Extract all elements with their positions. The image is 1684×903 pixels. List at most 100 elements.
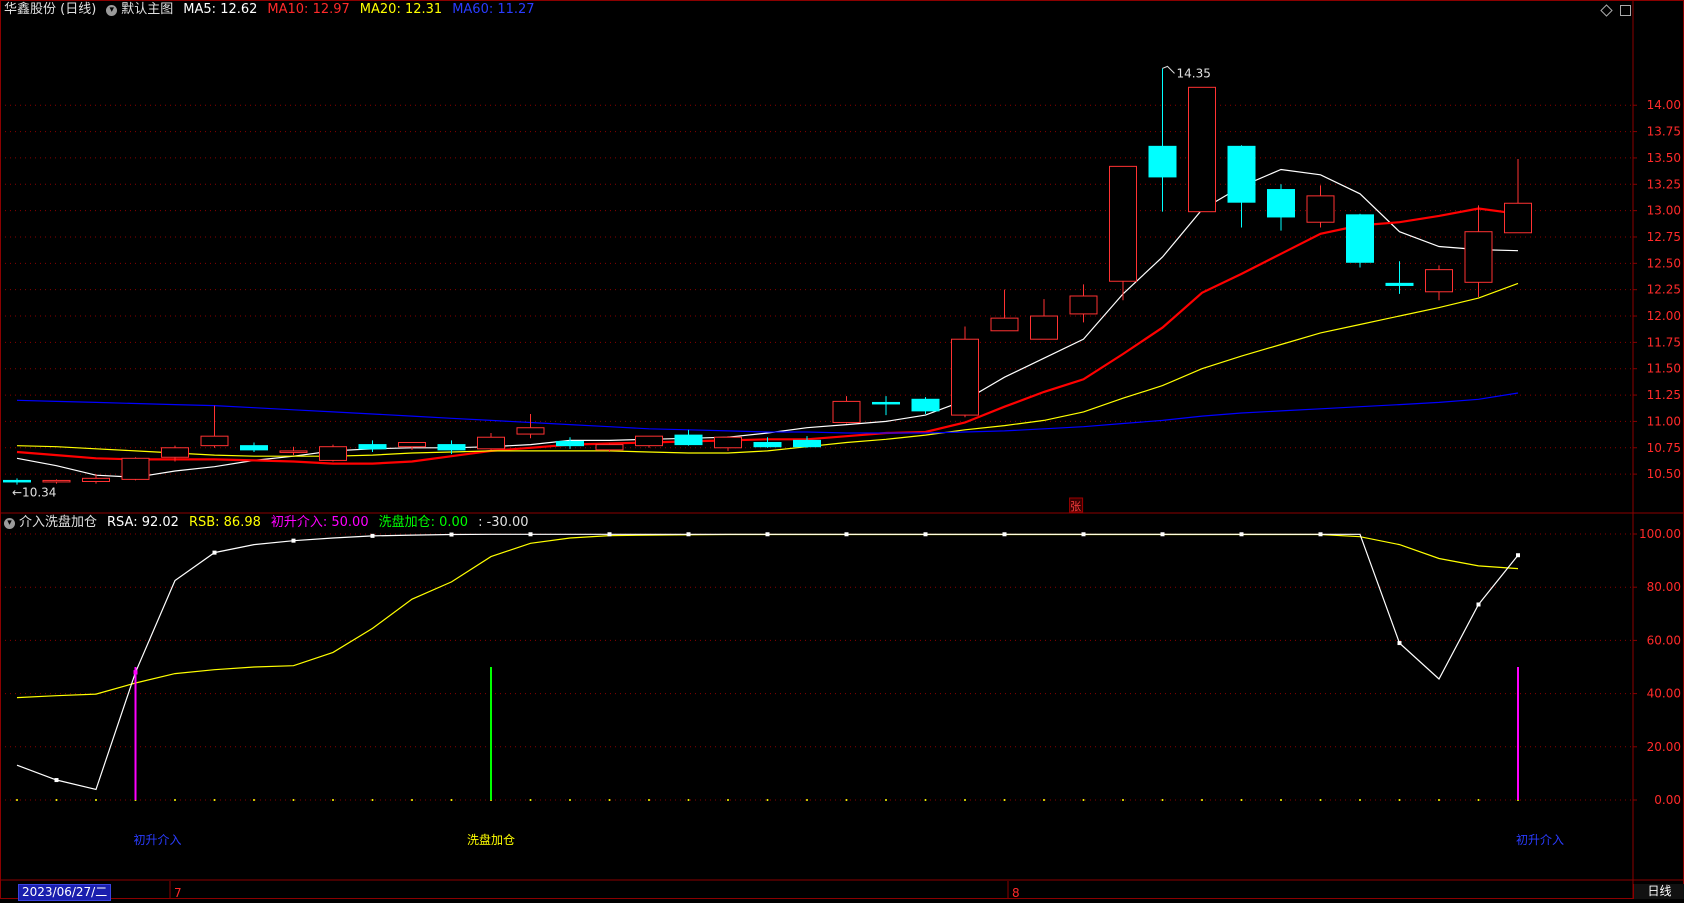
baseline-dot [292, 799, 295, 801]
main-chart-header: 华鑫股份 (日线) ▾ 默认主图 MA5: 12.62 MA10: 12.97 … [4, 0, 545, 20]
baseline-dot [1082, 799, 1085, 801]
rsa-point [765, 532, 770, 537]
rsa-line [16, 533, 1519, 791]
initial-entry-legend: 初升介入: 50.00 [270, 515, 369, 530]
price-tick-label: 12.50 [1647, 256, 1681, 270]
limit-up-badge: 张 [1070, 500, 1081, 513]
rsa-point [607, 532, 612, 537]
candle-down [240, 445, 268, 451]
candle-up [200, 435, 229, 447]
chevron-down-icon[interactable]: ▾ [106, 4, 118, 16]
rsa-point [291, 538, 296, 543]
candle-up [595, 444, 624, 451]
baseline-dot [1122, 799, 1124, 801]
entry-marker [133, 670, 138, 675]
baseline-dot [964, 799, 966, 801]
candle-up [1109, 165, 1137, 282]
extra-legend: : -30.00 [478, 515, 529, 530]
baseline-dot [1438, 799, 1440, 801]
price-tick-label: 12.75 [1647, 230, 1681, 244]
wash-add-legend: 洗盘加仓: 0.00 [378, 515, 469, 530]
ma10-legend: MA10: 12.97 [267, 2, 350, 17]
baseline-dot [569, 799, 571, 801]
signal-label: 初升介入 [133, 833, 181, 847]
ma20-line [16, 282, 1519, 457]
rsb-line [16, 533, 1519, 699]
baseline-dot [332, 799, 334, 801]
baseline-dot [95, 799, 97, 801]
price-tick-label: 14.00 [1647, 98, 1681, 112]
rsa-point [1002, 532, 1007, 537]
candle-down [556, 440, 584, 447]
rsa-point [1516, 553, 1520, 558]
cursor-date-label: 2023/06/27/二 [18, 884, 112, 901]
rsa-point [1476, 602, 1481, 607]
indicator-tick-label: 0.00 [1654, 793, 1681, 807]
rsa-point [370, 533, 375, 538]
candle-up [1306, 195, 1335, 223]
candle-up [1504, 202, 1532, 234]
baseline-dot [1240, 799, 1243, 801]
time-axis-month-8: 8 [1012, 886, 1020, 899]
baseline-dot [1280, 799, 1282, 801]
indicator-title[interactable]: 介入洗盘加仓 [19, 513, 97, 533]
rsa-point [923, 532, 928, 537]
price-tick-label: 11.75 [1647, 335, 1681, 349]
candle-down [1346, 214, 1374, 263]
baseline-dot [687, 799, 690, 801]
stock-title[interactable]: 华鑫股份 (日线) [4, 0, 96, 20]
high-marker [1162, 65, 1175, 74]
baseline-dot [1003, 799, 1006, 801]
chart-canvas[interactable]: 14.00 13.75 13.50 13.25 13.00 12.75 12.50 12.25… [0, 0, 1684, 900]
candle-up [1069, 295, 1098, 315]
baseline-dot [213, 799, 216, 801]
rsa-point [1397, 641, 1402, 646]
baseline-dot [1161, 799, 1164, 801]
price-tick-label: 11.50 [1647, 362, 1681, 376]
baseline-dot [885, 799, 887, 801]
price-tick-label: 13.75 [1647, 125, 1681, 139]
price-tick-label: 12.00 [1647, 309, 1681, 323]
indicator-header: ▾ 介入洗盘加仓 RSA: 92.02 RSB: 86.98 初升介入: 50.… [4, 513, 539, 533]
price-tick-label: 12.25 [1647, 283, 1681, 297]
baseline-dot [727, 799, 729, 801]
baseline-dot [608, 799, 611, 801]
ma60-legend: MA60: 11.27 [452, 2, 535, 17]
baseline-dot [845, 799, 848, 801]
rsa-point [54, 778, 59, 783]
candle-down [3, 479, 31, 483]
signal-label: 初升介入 [1516, 833, 1564, 847]
candle-up [1188, 86, 1216, 213]
candle-down [872, 401, 900, 405]
indicator-tick-label: 80.00 [1647, 580, 1681, 594]
price-tick-label: 11.00 [1647, 414, 1681, 428]
candle-up [161, 447, 189, 458]
chevron-down-icon[interactable]: ▾ [4, 517, 15, 529]
candle-down [1385, 282, 1414, 286]
diamond-icon[interactable] [1600, 4, 1613, 17]
rsa-point [449, 532, 454, 537]
indicator-tick-label: 60.00 [1647, 633, 1681, 647]
period-tab-daily[interactable]: 日线 [1633, 884, 1684, 899]
rsa-point [844, 532, 849, 537]
ma60-line [16, 392, 1519, 434]
candle-down [674, 434, 703, 446]
baseline-dot [55, 799, 58, 801]
candle-down [911, 398, 940, 412]
baseline-dot [806, 799, 808, 801]
price-tick-label: 11.25 [1647, 388, 1681, 402]
baseline-dot [411, 799, 413, 801]
candle-down [1267, 189, 1295, 218]
candle-up [990, 317, 1019, 332]
price-tick-label: 10.50 [1647, 467, 1681, 481]
candle-up [635, 435, 663, 447]
baseline-dot [766, 799, 769, 801]
rsa-point [1160, 532, 1165, 537]
candle-up [1030, 315, 1058, 340]
main-chart-label[interactable]: 默认主图 [121, 0, 173, 20]
indicator-tick-label: 100.00 [1639, 527, 1681, 541]
maximize-icon[interactable] [1619, 4, 1632, 17]
candle-down [753, 441, 782, 448]
candle-up [319, 446, 347, 461]
baseline-dot [1319, 799, 1322, 801]
